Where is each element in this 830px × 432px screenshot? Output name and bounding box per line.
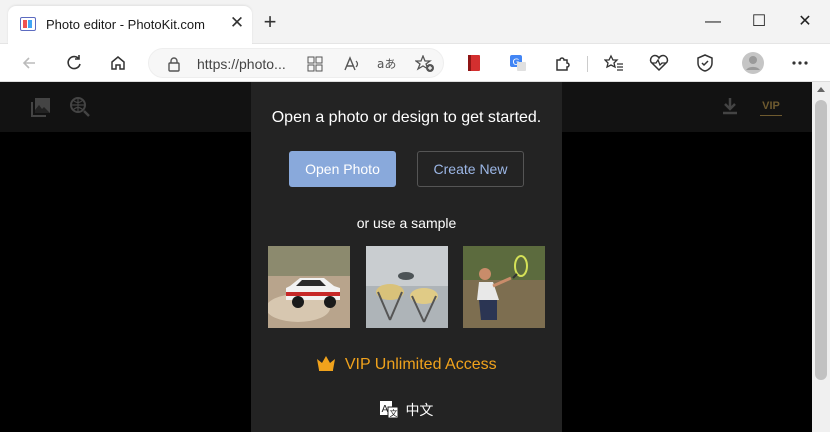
close-window-button[interactable]: ✕ <box>782 8 828 36</box>
profile-avatar-icon[interactable] <box>739 50 767 76</box>
extensions-icon[interactable] <box>549 50 577 76</box>
address-bar[interactable]: https://photo... aあ <box>148 48 444 78</box>
app-grid-icon[interactable] <box>307 56 323 72</box>
home-icon[interactable] <box>104 50 132 76</box>
start-panel: Open a photo or design to get started. O… <box>251 82 562 432</box>
vip-badge[interactable]: VIP <box>760 100 782 116</box>
download-icon[interactable] <box>721 96 739 116</box>
scrollbar-thumb[interactable] <box>815 100 827 380</box>
gallery-icon[interactable] <box>30 96 52 118</box>
svg-text:文: 文 <box>389 408 397 418</box>
sample-champagne-glasses[interactable] <box>366 246 448 328</box>
open-photo-button[interactable]: Open Photo <box>289 151 396 187</box>
sample-label: or use a sample <box>356 215 457 231</box>
translate-icon[interactable]: aあ <box>377 56 397 72</box>
tab-strip: Photo editor - PhotoKit.com ✕ + — ☐ ✕ <box>0 0 830 44</box>
lock-icon <box>168 57 180 72</box>
browser-tab[interactable]: Photo editor - PhotoKit.com ✕ <box>8 6 252 44</box>
minimize-button[interactable]: — <box>690 8 736 36</box>
google-translate-icon[interactable]: G <box>504 50 532 76</box>
crown-icon <box>317 356 336 371</box>
svg-text:A: A <box>381 404 388 415</box>
toolbar-divider <box>587 56 588 72</box>
svg-text:aあ: aあ <box>377 57 396 71</box>
maximize-button[interactable]: ☐ <box>736 8 782 36</box>
new-tab-button[interactable]: + <box>259 11 281 33</box>
back-icon[interactable] <box>15 50 43 76</box>
browser-essentials-icon[interactable] <box>691 50 719 76</box>
browser-toolbar: https://photo... aあ G <box>0 44 830 82</box>
url-text: https://photo... <box>197 56 286 72</box>
vip-access-text: VIP Unlimited Access <box>344 356 497 373</box>
language-icon: A文 <box>379 401 399 419</box>
sample-tennis-player[interactable] <box>463 246 545 328</box>
bookmark-extension-icon[interactable] <box>460 50 488 76</box>
favorites-icon[interactable] <box>600 50 628 76</box>
favorite-add-icon[interactable] <box>415 55 435 73</box>
scroll-up-arrow-icon[interactable] <box>817 87 825 92</box>
language-switch[interactable]: A文 中文 <box>251 400 562 420</box>
more-menu-icon[interactable] <box>786 50 814 76</box>
photokit-page: VIP Open a photo or design to get starte… <box>0 82 812 432</box>
refresh-icon[interactable] <box>60 50 88 76</box>
create-new-button[interactable]: Create New <box>417 151 524 187</box>
vip-access-link[interactable]: VIP Unlimited Access <box>251 354 562 374</box>
start-heading: Open a photo or design to get started. <box>271 109 542 126</box>
read-aloud-icon[interactable] <box>343 56 361 72</box>
health-heart-icon[interactable] <box>645 50 673 76</box>
tab-close-icon[interactable]: ✕ <box>228 14 246 32</box>
language-label: 中文 <box>405 402 434 418</box>
sample-rally-car[interactable] <box>268 246 350 328</box>
site-favicon-icon <box>20 17 36 31</box>
web-search-icon[interactable] <box>69 96 91 118</box>
tab-title: Photo editor - PhotoKit.com <box>46 17 205 32</box>
page-scrollbar[interactable] <box>812 82 830 432</box>
